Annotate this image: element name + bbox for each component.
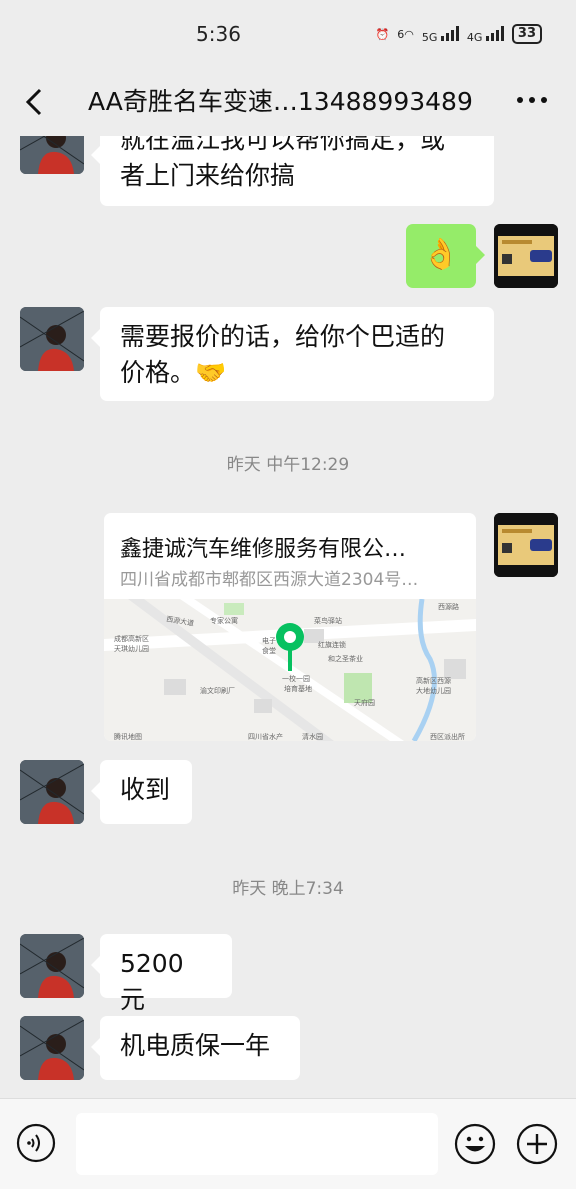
sent-message-bubble[interactable]: 👌: [406, 224, 485, 288]
emoji-icon[interactable]: [454, 1123, 496, 1165]
signal-4g-icon: 4G: [467, 25, 504, 44]
message-list: 就在温江我可以帮你搞定，或 者上门来给你搞 👌 需要报价的话，给你个巴适的 价格…: [0, 136, 576, 1098]
contact-avatar[interactable]: [20, 934, 84, 998]
status-time: 5:36: [196, 22, 241, 46]
svg-text:食堂: 食堂: [262, 646, 276, 655]
chat-title: AA奇胜名车变速…13488993489: [88, 87, 473, 116]
svg-text:成都高新区: 成都高新区: [114, 634, 149, 643]
svg-text:清水园: 清水园: [302, 732, 323, 741]
message-bubble[interactable]: 5200 元: [91, 934, 232, 1014]
message-bubble[interactable]: 需要报价的话，给你个巴适的 价格。🤝: [91, 307, 494, 401]
contact-avatar[interactable]: [20, 136, 84, 174]
message-bubble[interactable]: 收到: [91, 760, 192, 824]
ok-hand-emoji: 👌: [422, 237, 460, 272]
svg-text:腾讯地图: 腾讯地图: [114, 732, 142, 741]
status-icons: ⏰ 6◠ 5G 4G 33: [376, 24, 542, 44]
svg-text:西源路: 西源路: [438, 602, 459, 611]
contact-avatar[interactable]: [20, 1016, 84, 1080]
contact-avatar[interactable]: [20, 307, 84, 371]
location-card[interactable]: 鑫捷诚汽车维修服务有限公… 四川省成都市郫都区西源大道2304号… 西源大道 专…: [104, 513, 476, 741]
message-bubble[interactable]: 就在温江我可以帮你搞定，或 者上门来给你搞: [91, 136, 494, 206]
voice-icon[interactable]: [16, 1123, 56, 1163]
alarm-icon: ⏰: [375, 27, 390, 41]
svg-text:西区派出所: 西区派出所: [430, 732, 465, 741]
more-dots-icon[interactable]: [514, 88, 550, 112]
svg-text:渝文印刷厂: 渝文印刷厂: [200, 686, 235, 695]
svg-text:四川省水产: 四川省水产: [248, 732, 283, 741]
svg-text:高新区西源: 高新区西源: [416, 676, 451, 685]
input-bar: [0, 1098, 576, 1189]
location-map: 西源大道 专家公寓 菜鸟驿站 西源路 成都高新区 天琪幼儿园 电子 食堂 红旗连…: [104, 599, 476, 741]
location-name: 鑫捷诚汽车维修服务有限公…: [120, 537, 407, 562]
svg-text:红旗连锁: 红旗连锁: [318, 640, 346, 649]
message-input[interactable]: [76, 1113, 438, 1175]
svg-text:天府园: 天府园: [354, 698, 375, 707]
status-bar: 5:36 ⏰ 6◠ 5G 4G 33: [0, 0, 576, 68]
timestamp: 昨天 晚上7:34: [232, 879, 344, 899]
message-bubble[interactable]: 机电质保一年: [91, 1016, 300, 1080]
my-avatar[interactable]: [494, 513, 558, 577]
svg-text:培育基地: 培育基地: [284, 684, 312, 693]
svg-text:一校一园: 一校一园: [282, 674, 310, 683]
contact-avatar[interactable]: [20, 760, 84, 824]
svg-text:天琪幼儿园: 天琪幼儿园: [114, 644, 149, 653]
chevron-left-icon[interactable]: [22, 86, 50, 118]
timestamp: 昨天 中午12:29: [226, 455, 350, 475]
svg-text:和之圣茶业: 和之圣茶业: [328, 654, 363, 663]
svg-text:专家公寓: 专家公寓: [210, 616, 238, 625]
svg-text:菜鸟驿站: 菜鸟驿站: [314, 616, 342, 625]
wifi-icon: 6◠: [397, 27, 414, 41]
chat-header: AA奇胜名车变速…13488993489: [0, 68, 576, 136]
my-avatar[interactable]: [494, 224, 558, 288]
plus-icon[interactable]: [516, 1123, 558, 1165]
signal-5g-icon: 5G: [422, 25, 459, 44]
battery-icon: 33: [511, 24, 542, 44]
svg-text:大地幼儿园: 大地幼儿园: [416, 686, 451, 695]
svg-text:电子: 电子: [262, 636, 276, 645]
location-address: 四川省成都市郫都区西源大道2304号…: [120, 570, 419, 590]
